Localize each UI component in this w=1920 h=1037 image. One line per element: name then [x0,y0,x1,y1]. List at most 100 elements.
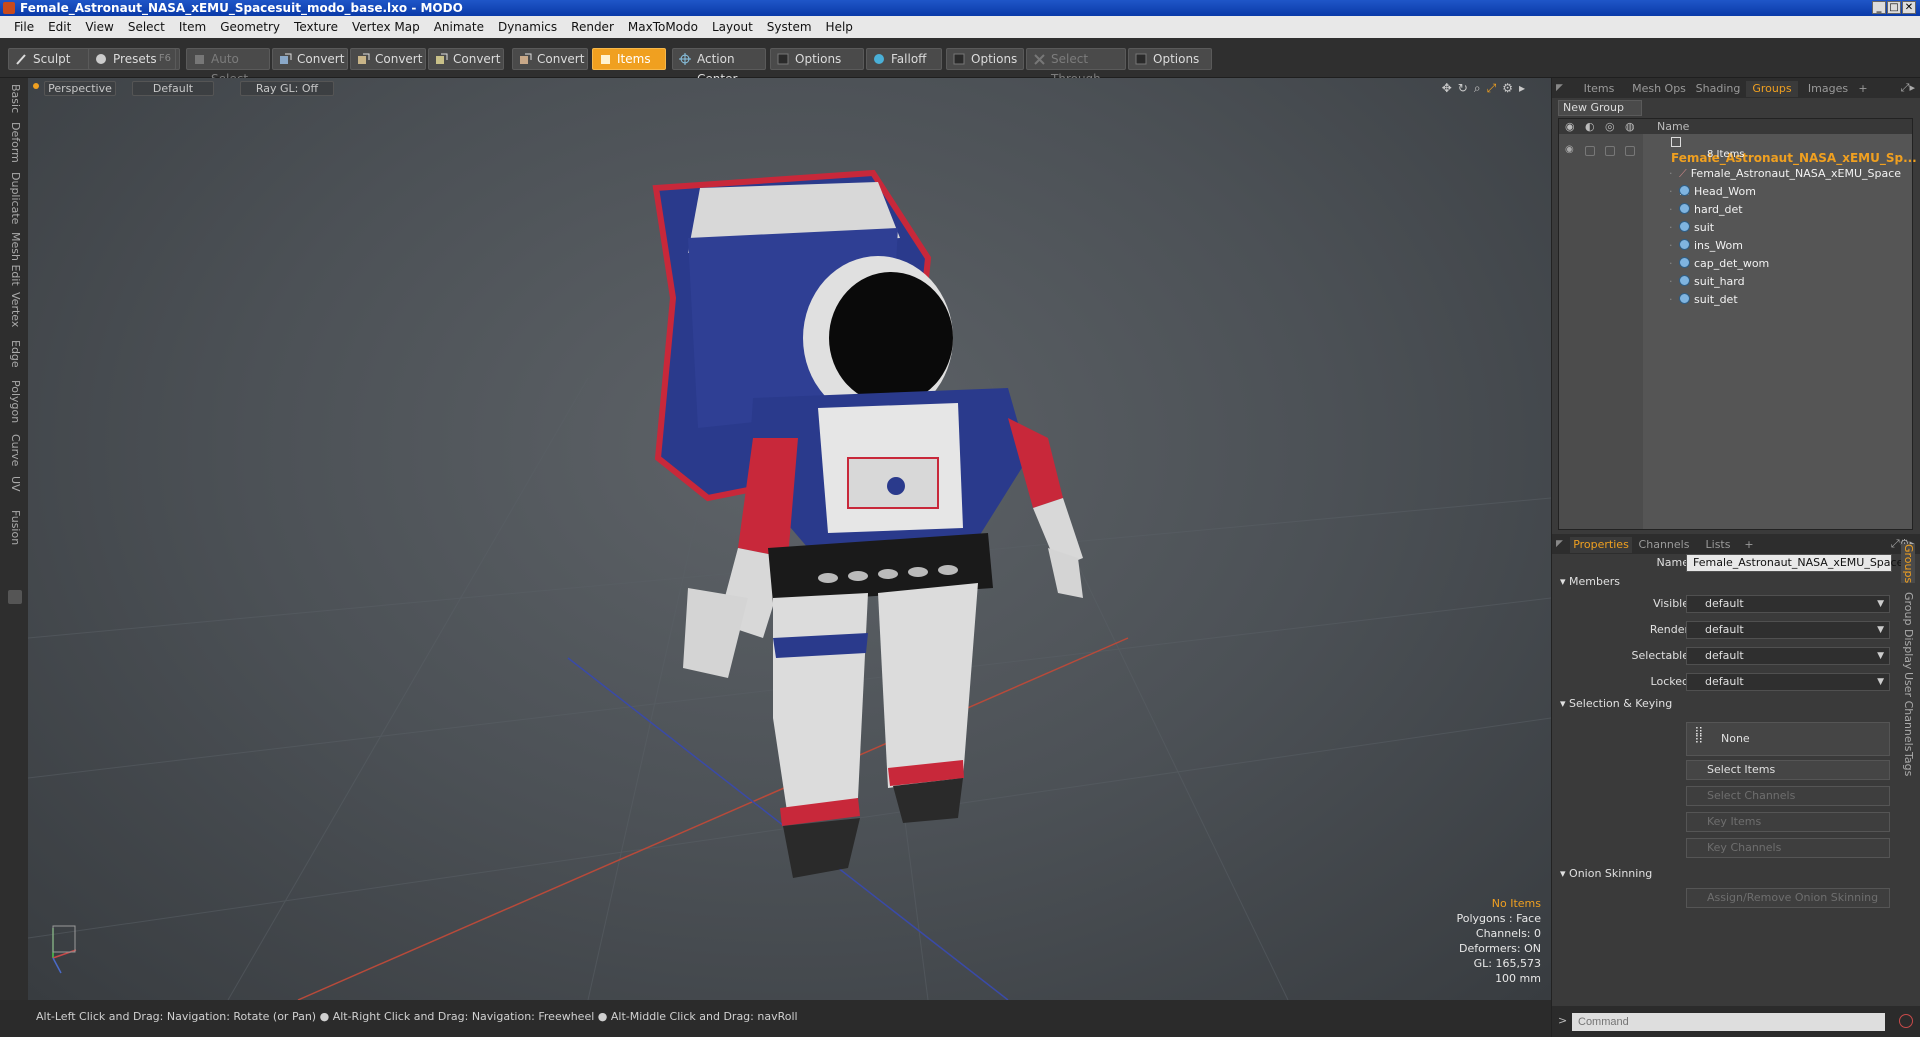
fit-icon[interactable]: ⤢ [1487,81,1503,95]
render-column-icon: ◐ [1585,120,1595,133]
group-root-row[interactable]: ◉ Female_Astronaut_NASA_xEMU_Sp... 8 Ite… [1559,134,1917,165]
root-visibility-icon[interactable]: ◉ [1565,145,1575,156]
locked-dropdown[interactable]: default ▼ [1686,673,1890,691]
select-channels-button[interactable]: Select Channels [1686,786,1890,806]
expand-tabs-button[interactable] [8,590,22,604]
tree-item-label: hard_det [1679,201,1743,219]
group-item-row[interactable]: · suit_hard [1559,273,1912,291]
tab-uv[interactable]: UV [8,476,22,492]
action-center-button[interactable]: Action Center [672,48,766,86]
command-input[interactable] [1572,1013,1885,1031]
menu-dynamics[interactable]: Dynamics [491,16,564,38]
selectable-dropdown[interactable]: default ▼ [1686,647,1890,665]
raygl-toggle-button[interactable]: Ray GL: Off [240,81,334,96]
select-through-options-button[interactable]: Options [1128,48,1212,70]
tab-basic[interactable]: Basic [8,84,22,113]
falloff-button[interactable]: Falloff [866,48,942,70]
menu-layout[interactable]: Layout [705,16,760,38]
tab-images[interactable]: Images [1802,81,1854,97]
shading-mode-button[interactable]: Default [132,81,214,96]
action-center-options-button[interactable]: Options [770,48,864,70]
tab-mesh-ops[interactable]: Mesh Ops [1628,81,1690,97]
expand-arrow-icon[interactable]: ▸ [1519,81,1531,95]
maximize-button[interactable]: □ [1887,1,1901,14]
group-item-row[interactable]: · cap_det_wom [1559,255,1912,273]
auto-select-button[interactable]: Auto Select [186,48,270,86]
menu-view[interactable]: View [78,16,120,38]
zoom-icon[interactable]: ⌕ [1474,81,1487,95]
panel-expand-icon[interactable]: ⤢▸ [1901,81,1915,95]
menu-animate[interactable]: Animate [427,16,491,38]
convert-button-1[interactable]: Convert [272,48,348,70]
convert-button-3[interactable]: Convert [428,48,504,70]
group-item-row[interactable]: · Head_Wom [1559,183,1912,201]
viewport-options-dot-icon[interactable] [33,83,39,89]
visible-dropdown[interactable]: default ▼ [1686,595,1890,613]
onion-skinning-section[interactable]: ▾ Onion Skinning [1560,867,1652,880]
group-item-row[interactable]: · ⟋Female_Astronaut_NASA_xEMU_Space ... [1559,165,1912,198]
tab-curve[interactable]: Curve [8,434,22,466]
menu-texture[interactable]: Texture [287,16,345,38]
menu-help[interactable]: Help [819,16,860,38]
tab-vertex[interactable]: Vertex [8,292,22,327]
group-item-row[interactable]: · suit_det [1559,291,1912,309]
key-items-button[interactable]: Key Items [1686,812,1890,832]
select-through-button[interactable]: Select Through [1026,48,1126,86]
settings-gear-icon[interactable]: ⚙ [1502,81,1519,95]
members-section[interactable]: ▾ Members [1560,575,1620,588]
new-group-button[interactable]: New Group [1558,100,1642,116]
key-channels-button[interactable]: Key Channels [1686,838,1890,858]
root-select-toggle[interactable] [1625,146,1635,156]
side-tab-group-display[interactable]: Group Display [1901,592,1915,670]
tab-groups[interactable]: Groups [1746,81,1798,97]
view-type-button[interactable]: Perspective [44,81,116,96]
close-button[interactable]: ✕ [1902,1,1916,14]
panel-menu-icon[interactable]: ◤ [1556,83,1563,93]
rotate-icon[interactable]: ↻ [1458,81,1474,95]
side-tab-user-channels[interactable]: User Channels [1901,672,1915,751]
presets-button[interactable]: Presets F6 [88,48,176,70]
convert-button-2[interactable]: Convert [350,48,426,70]
mesh-icon [1679,203,1690,214]
selection-keying-section[interactable]: ▾ Selection & Keying [1560,697,1672,710]
group-item-row[interactable]: · hard_det [1559,201,1912,219]
items-mode-button[interactable]: Items [592,48,666,70]
tab-fusion[interactable]: Fusion [8,510,22,545]
tab-deform[interactable]: Deform [8,122,22,163]
group-item-row[interactable]: · ins_Wom [1559,237,1912,255]
tab-mesh-edit[interactable]: Mesh Edit [8,232,22,286]
menu-maxtomodo[interactable]: MaxToModo [621,16,705,38]
menu-file[interactable]: File [7,16,41,38]
tab-edge[interactable]: Edge [8,340,22,368]
root-render-toggle[interactable] [1585,146,1595,156]
group-name-field[interactable]: Female_Astronaut_NASA_xEMU_Spaces [1686,554,1909,572]
record-icon[interactable] [1899,1014,1913,1028]
properties-panel: Name Female_Astronaut_NASA_xEMU_Spaces ▾… [1552,542,1920,1037]
minimize-button[interactable]: _ [1872,1,1886,14]
add-tab-button[interactable]: + [1856,81,1870,97]
none-selection-button[interactable]: ⁝⁝ ⁝⁝ None [1686,722,1890,756]
root-lock-toggle[interactable] [1605,146,1615,156]
side-tab-tags[interactable]: Tags [1901,752,1915,776]
menu-geometry[interactable]: Geometry [213,16,287,38]
menu-render[interactable]: Render [564,16,621,38]
convert-button-4[interactable]: Convert [512,48,588,70]
menu-select[interactable]: Select [121,16,172,38]
group-item-row[interactable]: · suit [1559,219,1912,237]
3d-viewport[interactable]: Perspective Default Ray GL: Off ✥↻⌕⤢⚙▸ N… [28,78,1551,1000]
tab-polygon[interactable]: Polygon [8,380,22,423]
tab-duplicate[interactable]: Duplicate [8,172,22,224]
menu-edit[interactable]: Edit [41,16,78,38]
tab-shading[interactable]: Shading [1692,81,1744,97]
pan-icon[interactable]: ✥ [1442,81,1458,95]
falloff-options-button[interactable]: Options [946,48,1024,70]
menu-item[interactable]: Item [172,16,213,38]
menu-vertex-map[interactable]: Vertex Map [345,16,427,38]
render-dropdown[interactable]: default ▼ [1686,621,1890,639]
side-tab-groups[interactable]: Groups [1901,544,1915,584]
menu-system[interactable]: System [760,16,819,38]
assign-onion-skinning-button[interactable]: Assign/Remove Onion Skinning [1686,888,1890,908]
tab-items[interactable]: Items [1574,81,1624,97]
name-column-header: Name [1657,120,1690,133]
select-items-button[interactable]: Select Items [1686,760,1890,780]
